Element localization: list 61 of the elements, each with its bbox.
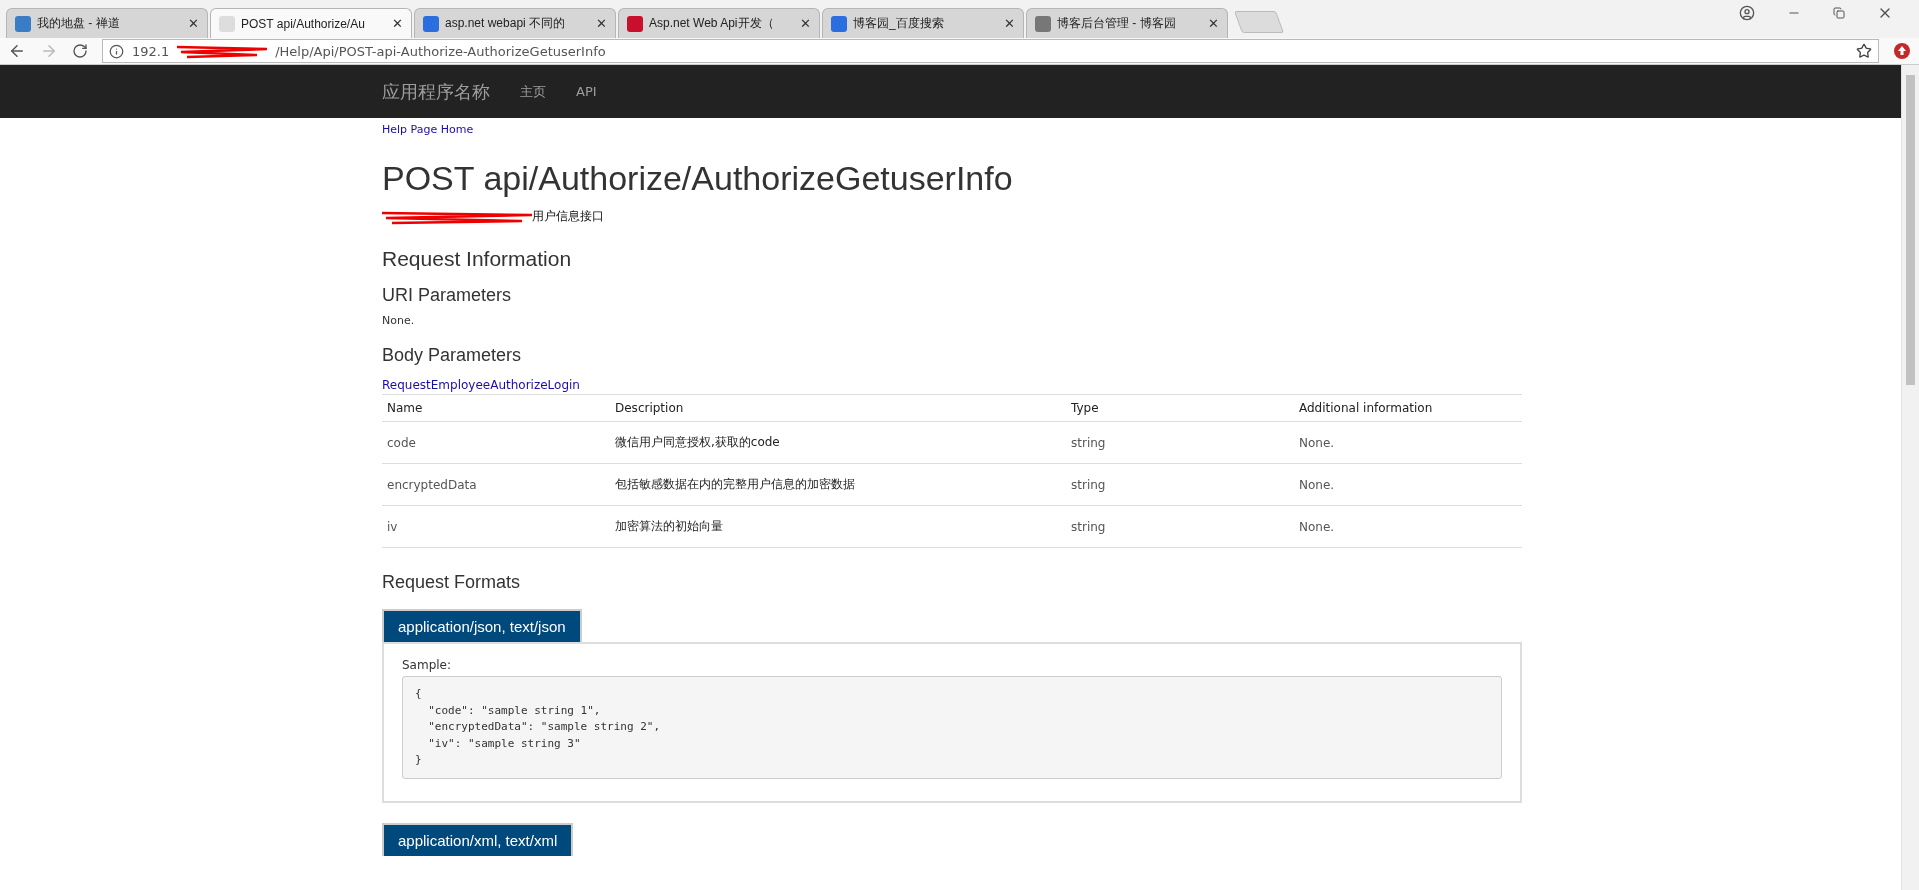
favicon-icon [423,15,439,32]
table-cell: None. [1294,421,1522,464]
table-cell: string [1066,463,1294,506]
table-cell: 加密算法的初始向量 [610,505,1066,548]
address-bar[interactable]: 192.1 /Help/Api/POST-api-Authorize-AuthorizeGetuserInfo [102,39,1879,63]
section-heading: Request Information [382,247,573,271]
nav-link[interactable]: 主页 [520,82,546,101]
favicon-icon [831,15,847,32]
breadcrumb-link[interactable]: Help Page Home [382,123,474,136]
browser-tab[interactable]: 博客园_百度搜索 ✕ [822,8,1024,38]
favicon-icon [219,15,235,32]
close-icon[interactable]: ✕ [1208,16,1219,31]
close-icon[interactable]: ✕ [1004,16,1015,31]
sample-code: { "code": "sample string 1", "encryptedData": "sample string 2", "iv": "sample string 3" } [402,676,1502,779]
browser-tab[interactable]: 我的地盘 - 禅道 ✕ [6,8,208,38]
table-cell: string [1066,505,1294,548]
description-text: 用户信息接口 [532,208,604,225]
favicon-icon [627,15,643,32]
extension-icon[interactable] [1893,42,1911,60]
star-icon[interactable] [1856,43,1872,59]
column-header: Type [1066,394,1294,422]
table-cell: None. [1294,505,1522,548]
type-link[interactable]: RequestEmployeeAuthorizeLogin [382,378,580,392]
section-heading: Body Parameters [382,345,523,366]
url-text: /Help/Api/POST-api-Authorize-AuthorizeGetuserInfo [275,43,606,59]
table-cell: 微信用户同意授权,获取的code [610,421,1066,464]
nav-link[interactable]: API [576,84,597,99]
table-cell: iv [382,505,610,548]
column-header: Name [382,394,610,422]
browser-tab[interactable]: POST api/Authorize/Au ✕ [210,8,412,38]
table-cell: encryptedData [382,463,610,506]
favicon-icon [1035,15,1051,32]
brand-link[interactable]: 应用程序名称 [382,79,490,104]
column-header: Description [610,394,1066,422]
url-text: 192.1 [132,43,170,59]
section-heading: Request Formats [382,572,522,593]
column-header: Additional information [1294,394,1522,422]
page-title: POST api/Authorize/AuthorizeGetuserInfo [382,159,1014,198]
browser-tab[interactable]: Asp.net Web Api开发（ ✕ [618,8,820,38]
browser-tab[interactable]: 博客后台管理 - 博客园 ✕ [1026,8,1228,38]
section-heading: URI Parameters [382,285,513,306]
favicon-icon [15,15,31,32]
format-tab[interactable]: application/xml, text/xml [382,822,574,856]
table-cell: None. [1294,463,1522,506]
close-icon[interactable]: ✕ [392,16,403,31]
table-cell: 包括敏感数据在内的完整用户信息的加密数据 [610,463,1066,506]
profile-icon[interactable] [1739,5,1755,21]
reload-icon[interactable] [72,43,88,59]
back-icon[interactable] [8,42,26,60]
format-tab[interactable]: application/json, text/json [382,609,582,642]
sample-label: Sample: [402,658,453,672]
restore-icon[interactable] [1833,7,1845,19]
browser-tab[interactable]: asp.net webapi 不同的 ✕ [414,8,616,38]
table-cell: code [382,421,610,464]
scrollbar[interactable] [1901,65,1919,890]
info-icon [109,43,124,59]
close-icon[interactable]: ✕ [188,16,199,31]
none-text: None. [382,314,416,327]
close-icon[interactable]: ✕ [596,16,607,31]
table-cell: string [1066,421,1294,464]
close-icon[interactable]: ✕ [800,16,811,31]
